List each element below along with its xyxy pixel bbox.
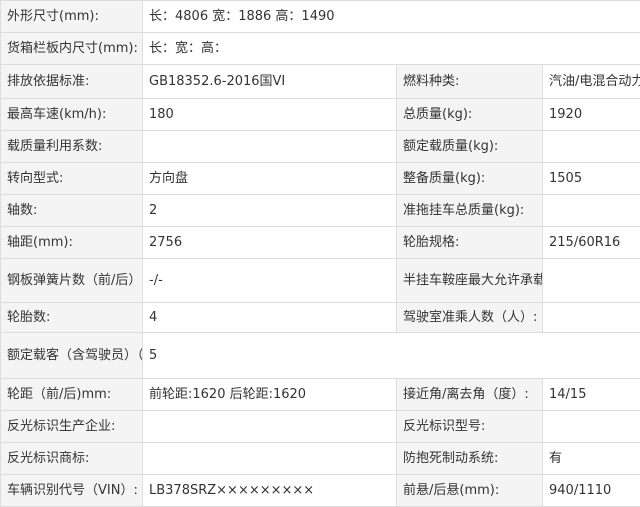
spec-label: 驾驶室准乘人数（人）:: [397, 303, 543, 333]
spec-value: 4: [143, 303, 397, 333]
spec-label: 钢板弹簧片数（前/后）:: [1, 259, 143, 303]
table-row: 转向型式: 方向盘 整备质量(kg): 1505: [1, 163, 640, 195]
spec-label: 轴距(mm):: [1, 227, 143, 259]
spec-value: 14/15: [543, 379, 640, 411]
table-row: 轴数: 2 准拖挂车总质量(kg):: [1, 195, 640, 227]
table-row: 钢板弹簧片数（前/后）: -/- 半挂车鞍座最大允许承载质量(kg):: [1, 259, 640, 303]
spec-value: [143, 443, 397, 475]
table-row: 轮胎数: 4 驾驶室准乘人数（人）:: [1, 303, 640, 333]
spec-value: LB378SRZ×××××××××: [143, 475, 397, 507]
spec-label: 接近角/离去角（度）:: [397, 379, 543, 411]
table-row: 外形尺寸(mm): 长：4806 宽：1886 高：1490: [1, 1, 640, 33]
spec-value: [543, 411, 640, 443]
spec-label: 防抱死制动系统:: [397, 443, 543, 475]
spec-value: 前轮距:1620 后轮距:1620: [143, 379, 397, 411]
spec-label: 轮距（前/后)mm:: [1, 379, 143, 411]
spec-label: 轴数:: [1, 195, 143, 227]
spec-value: 汽油/电混合动力: [543, 65, 640, 99]
spec-value: 有: [543, 443, 640, 475]
spec-value: 1505: [543, 163, 640, 195]
spec-label: 半挂车鞍座最大允许承载质量(kg):: [397, 259, 543, 303]
spec-value: [143, 131, 397, 163]
spec-value: 长：宽：高：: [143, 33, 640, 65]
spec-label: 燃料种类:: [397, 65, 543, 99]
table-row: 反光标识生产企业: 反光标识型号:: [1, 411, 640, 443]
spec-label: 反光标识生产企业:: [1, 411, 143, 443]
vehicle-spec-table: 外形尺寸(mm): 长：4806 宽：1886 高：1490 货箱栏板内尺寸(m…: [0, 0, 640, 507]
spec-value: 5: [143, 333, 640, 379]
table-row: 车辆识别代号（VIN）: LB378SRZ××××××××× 前悬/后悬(mm)…: [1, 475, 640, 507]
spec-value: [543, 303, 640, 333]
spec-value: 长：4806 宽：1886 高：1490: [143, 1, 640, 33]
table-row: 最高车速(km/h): 180 总质量(kg): 1920: [1, 99, 640, 131]
spec-value: GB18352.6-2016国VI: [143, 65, 397, 99]
spec-label: 轮胎规格:: [397, 227, 543, 259]
spec-label: 前悬/后悬(mm):: [397, 475, 543, 507]
spec-label: 总质量(kg):: [397, 99, 543, 131]
table-row: 货箱栏板内尺寸(mm): 长：宽：高：: [1, 33, 640, 65]
spec-value: 215/60R16: [543, 227, 640, 259]
spec-label: 转向型式:: [1, 163, 143, 195]
spec-label: 排放依据标准:: [1, 65, 143, 99]
spec-label: 外形尺寸(mm):: [1, 1, 143, 33]
table-row: 轴距(mm): 2756 轮胎规格: 215/60R16: [1, 227, 640, 259]
spec-label: 准拖挂车总质量(kg):: [397, 195, 543, 227]
spec-label: 车辆识别代号（VIN）:: [1, 475, 143, 507]
spec-label: 货箱栏板内尺寸(mm):: [1, 33, 143, 65]
spec-value: 2756: [143, 227, 397, 259]
table-row: 载质量利用系数: 额定载质量(kg):: [1, 131, 640, 163]
spec-label: 反光标识型号:: [397, 411, 543, 443]
spec-value: -/-: [143, 259, 397, 303]
spec-label: 最高车速(km/h):: [1, 99, 143, 131]
spec-label: 载质量利用系数:: [1, 131, 143, 163]
spec-value: [543, 131, 640, 163]
spec-label: 整备质量(kg):: [397, 163, 543, 195]
spec-value: 方向盘: [143, 163, 397, 195]
spec-value: 1920: [543, 99, 640, 131]
spec-label: 额定载质量(kg):: [397, 131, 543, 163]
spec-label: 反光标识商标:: [1, 443, 143, 475]
spec-label: 额定载客（含驾驶员）（座位数）:: [1, 333, 143, 379]
table-row: 排放依据标准: GB18352.6-2016国VI 燃料种类: 汽油/电混合动力: [1, 65, 640, 99]
spec-value: 940/1110: [543, 475, 640, 507]
table-row: 额定载客（含驾驶员）（座位数）: 5: [1, 333, 640, 379]
spec-value: [543, 195, 640, 227]
spec-label: 轮胎数:: [1, 303, 143, 333]
spec-value: [543, 259, 640, 303]
spec-value: 2: [143, 195, 397, 227]
table-row: 反光标识商标: 防抱死制动系统: 有: [1, 443, 640, 475]
spec-value: 180: [143, 99, 397, 131]
spec-value: [143, 411, 397, 443]
table-row: 轮距（前/后)mm: 前轮距:1620 后轮距:1620 接近角/离去角（度）:…: [1, 379, 640, 411]
